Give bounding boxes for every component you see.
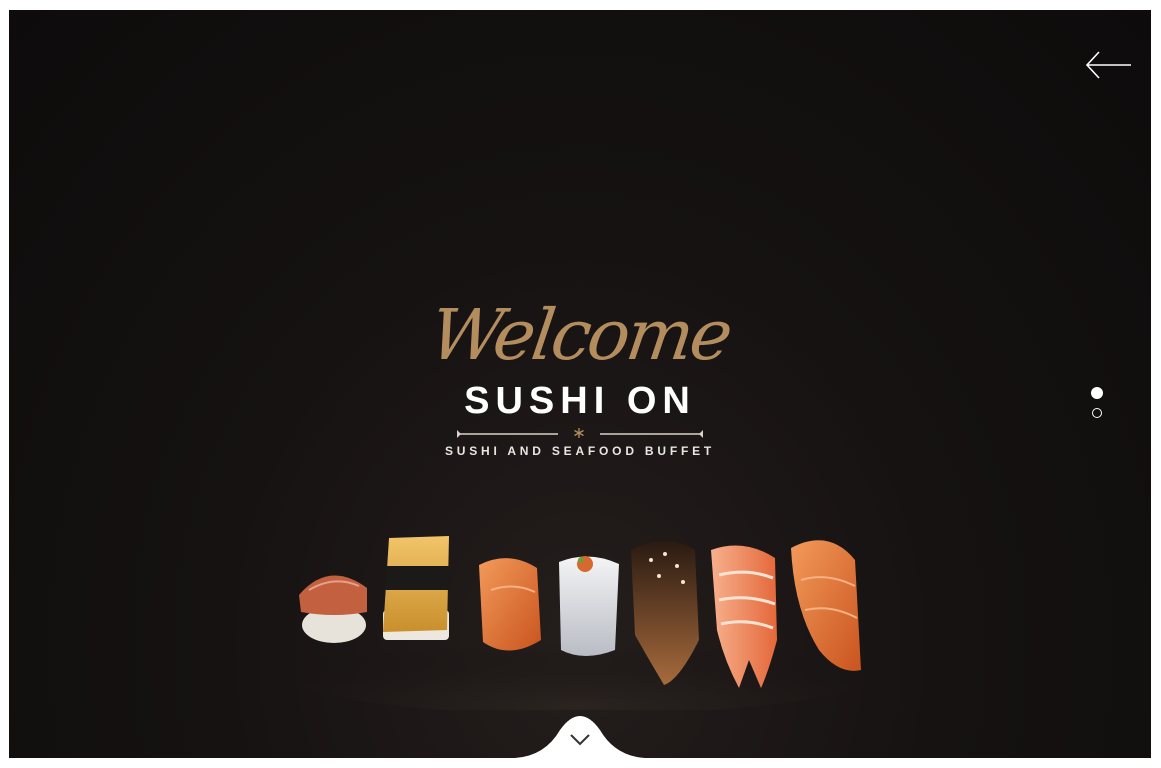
scroll-down-button[interactable] [515, 710, 645, 758]
title-divider [457, 428, 703, 438]
asterisk-icon [574, 428, 584, 438]
tagline: SUSHI AND SEAFOOD BUFFET [444, 444, 716, 458]
welcome-script: Welcome [425, 294, 735, 376]
sushi-photo [279, 536, 879, 710]
slide-indicators [1091, 387, 1106, 427]
scroll-tab-shape [515, 716, 645, 758]
hero-section: Welcome SUSHI ON SUSHI AND SEAFOOD BUFFE… [9, 10, 1151, 758]
brand-title: SUSHI ON [464, 380, 696, 422]
back-button[interactable] [1083, 50, 1133, 80]
slide-dot-2[interactable] [1092, 408, 1102, 418]
slide-dot-1[interactable] [1091, 387, 1103, 399]
arrow-left-icon [1085, 51, 1131, 79]
